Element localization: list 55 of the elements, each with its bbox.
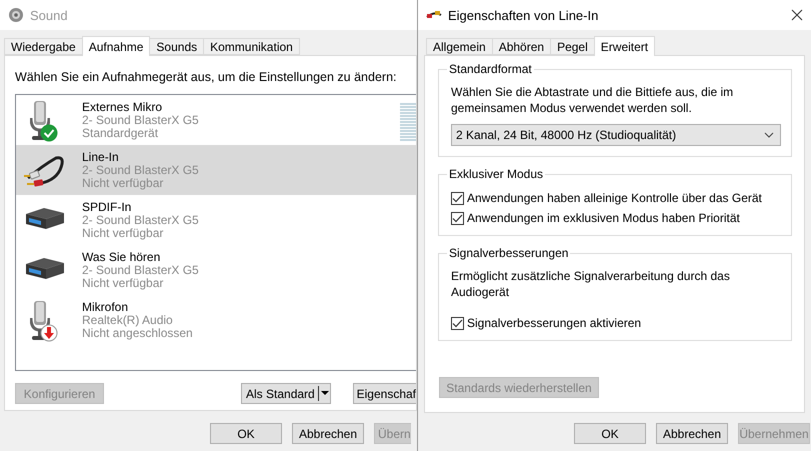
cancel-button[interactable]: Abbrechen bbox=[292, 423, 364, 444]
tab[interactable]: Abhören bbox=[492, 38, 552, 55]
device-adapter: Realtek(R) Audio bbox=[82, 314, 174, 326]
device-adapter: 2- Sound BlasterX G5 bbox=[82, 164, 199, 176]
checkbox[interactable] bbox=[451, 212, 464, 224]
ok-button[interactable]: OK bbox=[574, 423, 646, 444]
tab[interactable]: Erweitert bbox=[594, 36, 656, 56]
device-status: Nicht verfügbar bbox=[82, 226, 164, 240]
group-title: Signalverbesserungen bbox=[448, 246, 570, 260]
instruction-text: Wählen Sie ein Aufnahmegerät aus, um die Einstellungen zu ändern: bbox=[15, 70, 398, 84]
device-adapter: 2- Sound BlasterX G5 bbox=[82, 264, 199, 276]
device-name: Externes Mikro bbox=[82, 100, 164, 114]
tab[interactable]: Wiedergabe bbox=[4, 38, 83, 55]
tab[interactable]: Sounds bbox=[149, 38, 204, 55]
device-item[interactable]: Externes Mikro 2- Sound BlasterX G5 Standardgerät bbox=[16, 95, 416, 145]
tab[interactable]: Pegel bbox=[550, 38, 595, 55]
device-name: Line-In bbox=[82, 150, 120, 164]
device-name: SPDIF-In bbox=[82, 200, 132, 214]
close-icon[interactable] bbox=[791, 9, 803, 21]
ok-button[interactable]: OK bbox=[210, 423, 282, 444]
speaker-icon bbox=[8, 7, 24, 23]
device-name: Mikrofon bbox=[82, 300, 130, 314]
level-meter-icon bbox=[400, 103, 416, 143]
device-adapter: 2- Sound BlasterX G5 bbox=[82, 214, 199, 226]
device-item[interactable]: SPDIF-In 2- Sound BlasterX G5 Nicht verfügbar bbox=[16, 195, 416, 245]
device-status: Nicht angeschlossen bbox=[82, 326, 193, 340]
checkbox[interactable] bbox=[451, 316, 464, 330]
device-status: Nicht verfügbar bbox=[82, 276, 164, 290]
caret-icon bbox=[318, 384, 330, 403]
device-item[interactable]: Line-In 2- Sound BlasterX G5 Nicht verfügbar bbox=[16, 145, 416, 195]
tab[interactable]: Kommunikation bbox=[203, 38, 300, 55]
group-title: Standardformat bbox=[448, 62, 533, 76]
format-dropdown[interactable]: 2 Kanal, 24 Bit, 48000 Hz (Studioqualität) bbox=[451, 124, 781, 146]
cancel-button[interactable]: Abbrechen bbox=[656, 423, 728, 444]
window-title: Sound bbox=[30, 8, 68, 22]
set-default-button[interactable]: Als Standard bbox=[241, 383, 331, 404]
device-item[interactable]: Mikrofon Realtek(R) Audio Nicht angeschlossen bbox=[16, 295, 416, 345]
device-item[interactable]: Was Sie hören 2- Sound BlasterX G5 Nicht verfügbar bbox=[16, 245, 416, 295]
description-text: Wählen Sie die Abtastrate und die Bittiefe aus, die im gemeinsamen Modus verwendet werden soll. bbox=[451, 84, 734, 116]
device-status: Nicht verfügbar bbox=[82, 176, 164, 190]
window-title: Eigenschaften von Line-In bbox=[448, 8, 598, 22]
checkbox-label: Anwendungen im exklusiven Modus haben Priorität bbox=[467, 211, 740, 225]
description-text: Ermöglicht zusätzliche Signalverarbeitung durch das Audiogerät bbox=[451, 268, 731, 300]
properties-button[interactable]: Eigenschaf bbox=[352, 383, 416, 404]
tab[interactable]: Aufnahme bbox=[82, 36, 150, 56]
group-title: Exklusiver Modus bbox=[448, 167, 544, 181]
tab[interactable]: Allgemein bbox=[426, 38, 493, 55]
device-status: Standardgerät bbox=[82, 126, 160, 140]
checkbox[interactable] bbox=[451, 192, 464, 204]
checkbox-label: Anwendungen haben alleinige Kontrolle über das Gerät bbox=[467, 191, 762, 205]
checkbox-label: Signalverbesserungen aktivieren bbox=[467, 316, 642, 330]
device-name: Was Sie hören bbox=[82, 250, 162, 264]
cable-icon bbox=[426, 9, 442, 21]
device-adapter: 2- Sound BlasterX G5 bbox=[82, 114, 199, 126]
chevron-down-icon bbox=[764, 132, 774, 138]
